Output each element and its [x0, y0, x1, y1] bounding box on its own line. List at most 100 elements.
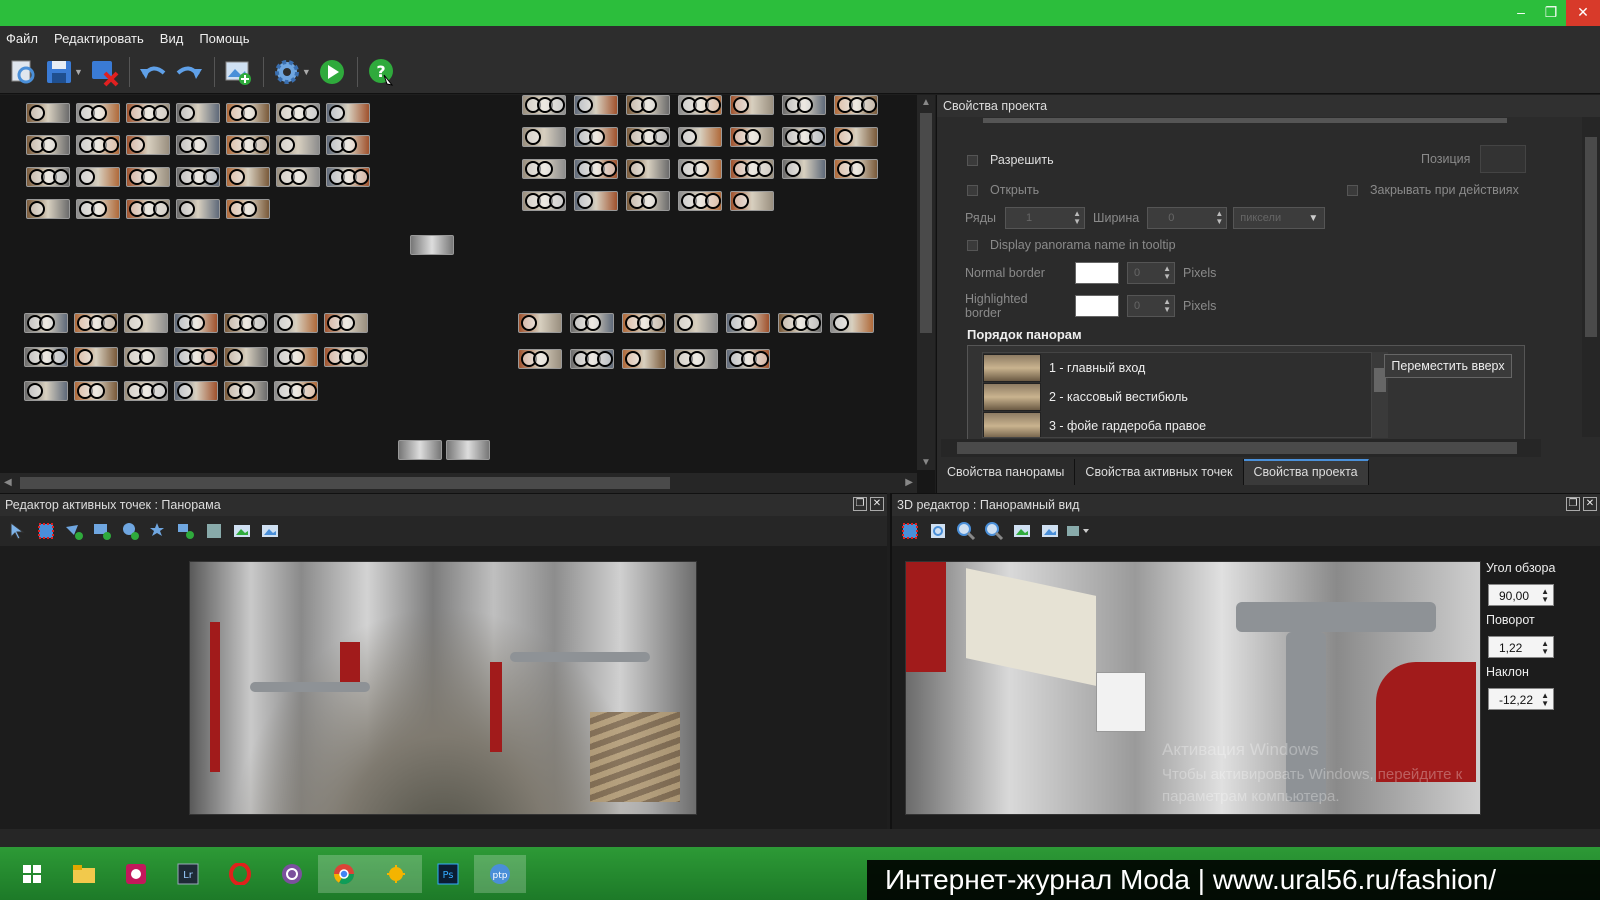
panorama-node[interactable] [174, 381, 218, 401]
panorama-node[interactable] [26, 199, 70, 219]
windows-start-icon[interactable] [6, 855, 58, 893]
panorama-node[interactable] [26, 135, 70, 155]
close-button[interactable]: ✕ [1566, 0, 1600, 26]
panorama-node[interactable] [24, 381, 68, 401]
panorama-node[interactable] [522, 127, 566, 147]
float-pane-icon[interactable]: ❐ [1566, 497, 1580, 511]
panorama-node[interactable] [626, 127, 670, 147]
new-project-icon[interactable] [6, 55, 40, 89]
panorama-node[interactable] [176, 103, 220, 123]
pano2vr-icon[interactable]: ptp [474, 854, 526, 893]
panorama-node[interactable] [226, 167, 270, 187]
tilt-spinner[interactable]: -12,22 ▲ ▼ [1488, 688, 1554, 710]
menu-view[interactable]: Вид [160, 31, 184, 46]
list-item[interactable]: 2 - кассовый вестибюль [983, 382, 1371, 411]
panorama-node[interactable] [74, 347, 118, 367]
panorama-node[interactable] [730, 95, 774, 115]
spinner-arrows-icon[interactable]: ▲ ▼ [1073, 210, 1081, 226]
select-arrow-icon[interactable] [4, 518, 32, 544]
panorama-node[interactable] [176, 199, 220, 219]
move-up-button[interactable]: Переместить вверх [1384, 354, 1512, 378]
pan-spinner[interactable]: 1,22 ▲ ▼ [1488, 636, 1554, 658]
export-image-icon[interactable] [228, 518, 256, 544]
menu-edit[interactable]: Редактировать [54, 31, 144, 46]
import-image-icon[interactable] [256, 518, 284, 544]
panorama-node[interactable] [674, 313, 718, 333]
panorama-node[interactable] [830, 313, 874, 333]
help-icon[interactable]: ? [364, 55, 398, 89]
panorama-node[interactable] [626, 159, 670, 179]
equirectangular-panorama-image[interactable] [189, 561, 697, 815]
fov-spinner[interactable]: 90,00 ▲ ▼ [1488, 584, 1554, 606]
panorama-node[interactable] [622, 313, 666, 333]
panorama-node[interactable] [274, 347, 318, 367]
float-pane-icon[interactable]: ❐ [853, 497, 867, 511]
panorama-node[interactable] [76, 135, 120, 155]
panorama-node[interactable] [398, 440, 442, 460]
panorama-node[interactable] [274, 381, 318, 401]
panorama-node[interactable] [782, 159, 826, 179]
view-mode-icon[interactable] [1064, 518, 1092, 544]
restore-button[interactable]: ❐ [1536, 0, 1566, 26]
panorama-node[interactable] [834, 127, 878, 147]
panorama-node[interactable] [274, 313, 318, 333]
panorama-node[interactable] [782, 127, 826, 147]
settings-dropdown-icon[interactable]: ▼ [302, 67, 311, 77]
panorama-node[interactable] [570, 313, 614, 333]
unit-combobox[interactable]: пиксели ▼ [1233, 207, 1326, 229]
image-icon[interactable] [200, 518, 228, 544]
panorama-node[interactable] [522, 191, 566, 211]
panorama-node[interactable] [176, 135, 220, 155]
tour-map-panel[interactable]: ▲ ▼ ◀ ▶ [0, 95, 935, 493]
tooltip-name-checkbox[interactable] [967, 239, 978, 251]
chrome-icon[interactable] [318, 854, 370, 893]
panorama-node[interactable] [324, 313, 368, 333]
panorama-node[interactable] [730, 191, 774, 211]
tab-hotspot-properties[interactable]: Свойства активных точек [1075, 459, 1244, 485]
panorama-node[interactable] [126, 103, 170, 123]
scroll-down-icon[interactable]: ▼ [921, 457, 931, 468]
panorama-node[interactable] [726, 349, 770, 369]
spinner-arrows-icon[interactable]: ▲ ▼ [1541, 640, 1549, 656]
panorama-node[interactable] [276, 135, 320, 155]
redo-icon[interactable] [172, 55, 206, 89]
close-on-action-checkbox[interactable] [1347, 184, 1358, 196]
panorama-node[interactable] [574, 95, 618, 115]
settings-gear-icon[interactable] [270, 55, 304, 89]
add-panorama-icon[interactable] [221, 55, 255, 89]
add-circle-hotspot-icon[interactable] [116, 518, 144, 544]
save-icon[interactable] [42, 55, 76, 89]
photoshop-icon[interactable]: Ps [422, 855, 474, 893]
panorama-node[interactable] [224, 381, 268, 401]
lightroom-icon[interactable]: Lr [162, 855, 214, 893]
panorama-node[interactable] [678, 95, 722, 115]
panorama-node[interactable] [446, 440, 490, 460]
spinner-arrows-icon[interactable]: ▲ ▼ [1163, 265, 1171, 281]
panorama-node[interactable] [626, 191, 670, 211]
panorama-node[interactable] [726, 313, 770, 333]
scrollbar-thumb[interactable] [920, 113, 932, 333]
panorama-node[interactable] [226, 199, 270, 219]
menu-file[interactable]: Файл [6, 31, 38, 46]
save-dropdown-icon[interactable]: ▼ [74, 67, 83, 77]
panorama-node[interactable] [174, 347, 218, 367]
list-item[interactable]: 1 - главный вход [983, 353, 1371, 382]
scrollbar-thumb[interactable] [20, 477, 670, 489]
tab-panorama-properties[interactable]: Свойства панорамы [937, 459, 1076, 485]
panorama-node[interactable] [24, 313, 68, 333]
export-image-icon[interactable] [1008, 518, 1036, 544]
panorama-node[interactable] [730, 127, 774, 147]
panorama-node[interactable] [26, 167, 70, 187]
tour-map-canvas[interactable] [0, 95, 920, 470]
scrollbar-thumb[interactable] [957, 442, 1517, 454]
panorama-node[interactable] [126, 199, 170, 219]
play-preview-icon[interactable] [315, 55, 349, 89]
properties-horizontal-scrollbar[interactable] [941, 439, 1541, 457]
panorama-node[interactable] [76, 199, 120, 219]
panorama-node[interactable] [834, 95, 878, 115]
marquee-select-icon[interactable] [32, 518, 60, 544]
camera-app-icon[interactable] [110, 855, 162, 893]
add-polygon-hotspot-icon[interactable] [60, 518, 88, 544]
add-point-hotspot-icon[interactable] [144, 518, 172, 544]
panorama-node[interactable] [224, 313, 268, 333]
